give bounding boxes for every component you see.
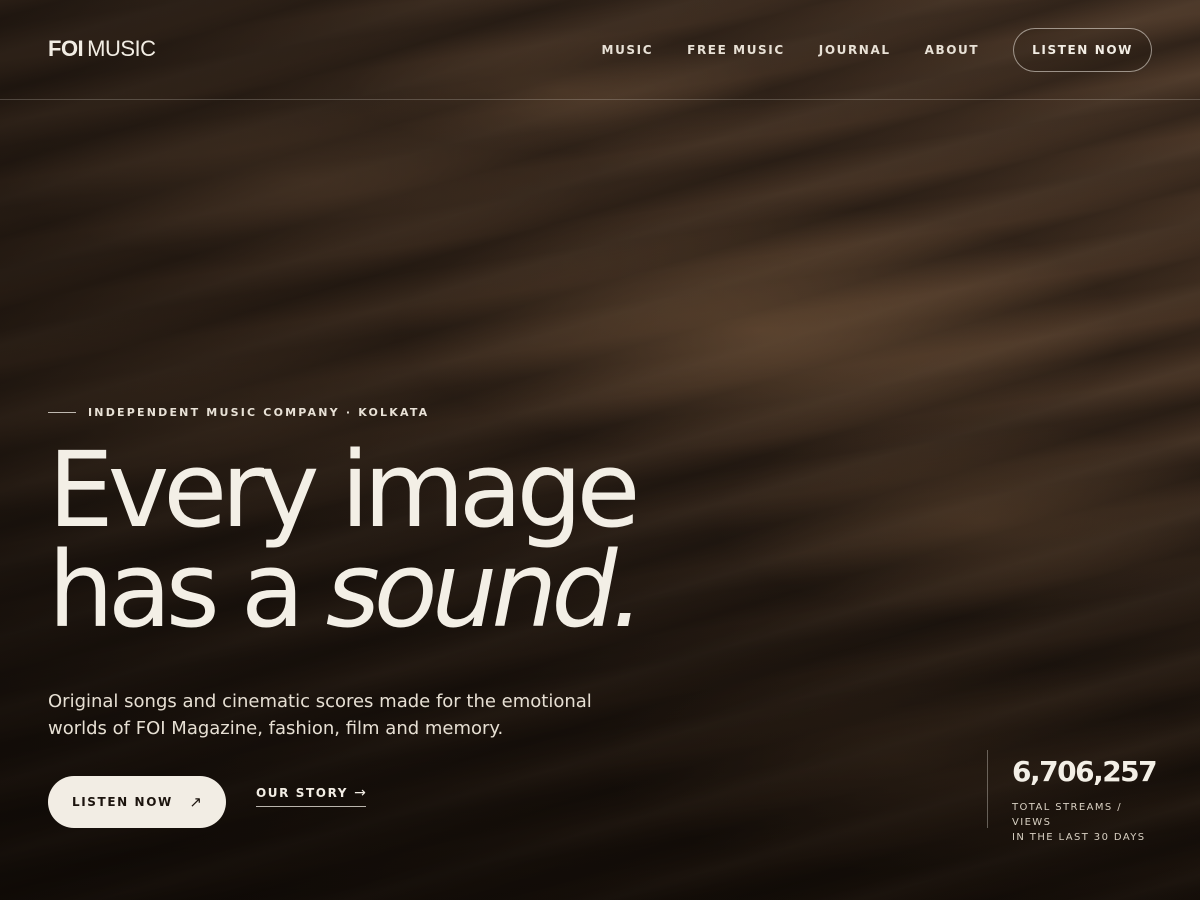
streams-caption-line-2: IN THE LAST 30 DAYS [1012,832,1146,843]
our-story-label: OUR STORY [256,786,349,800]
streams-count: 6,706,257 [1012,755,1158,788]
streams-caption-line-1: TOTAL STREAMS / VIEWS [1012,802,1122,828]
logo-wordmark-bold: FOI [48,36,84,61]
hero-headline: Every image has a sound. [48,429,644,642]
logo-wordmark-light: MUSIC [87,36,156,61]
headline-italic-text: sound. [325,529,645,651]
main-nav: MUSIC FREE MUSIC JOURNAL ABOUT LISTEN NO… [602,28,1152,72]
hero-eyebrow: INDEPENDENT MUSIC COMPANY · KOLKATA [48,406,429,419]
eyebrow-text: INDEPENDENT MUSIC COMPANY · KOLKATA [88,406,430,419]
hero-subcopy: Original songs and cinematic scores made… [48,691,592,739]
our-story-link[interactable]: OUR STORY → [256,786,366,807]
nav-link-about[interactable]: ABOUT [925,43,980,57]
streams-stat: 6,706,257 TOTAL STREAMS / VIEWS IN THE L… [987,750,1162,843]
eyebrow-divider [48,412,76,413]
nav-link-journal[interactable]: JOURNAL [819,43,891,57]
nav-link-free-music[interactable]: FREE MUSIC [687,43,785,57]
site-logo[interactable]: FOI MUSIC [48,36,156,62]
headline-plain-text: has a [48,529,326,651]
listen-now-label: LISTEN NOW [72,795,173,809]
listen-now-button[interactable]: LISTEN NOW ↗ [48,776,226,828]
headline-line-2: has a sound. [48,538,644,642]
arrow-ne-icon: ↗ [189,792,202,811]
header-listen-now-button[interactable]: LISTEN NOW [1013,28,1152,72]
headline-line-1: Every image [48,429,641,551]
site-header: FOI MUSIC MUSIC FREE MUSIC JOURNAL ABOUT … [0,0,1200,100]
arrow-right-icon: → [354,785,366,801]
streams-caption: TOTAL STREAMS / VIEWS IN THE LAST 30 DAY… [1012,800,1162,845]
nav-link-music[interactable]: MUSIC [602,43,654,57]
landing-page: FOI MUSIC MUSIC FREE MUSIC JOURNAL ABOUT … [0,0,1200,900]
